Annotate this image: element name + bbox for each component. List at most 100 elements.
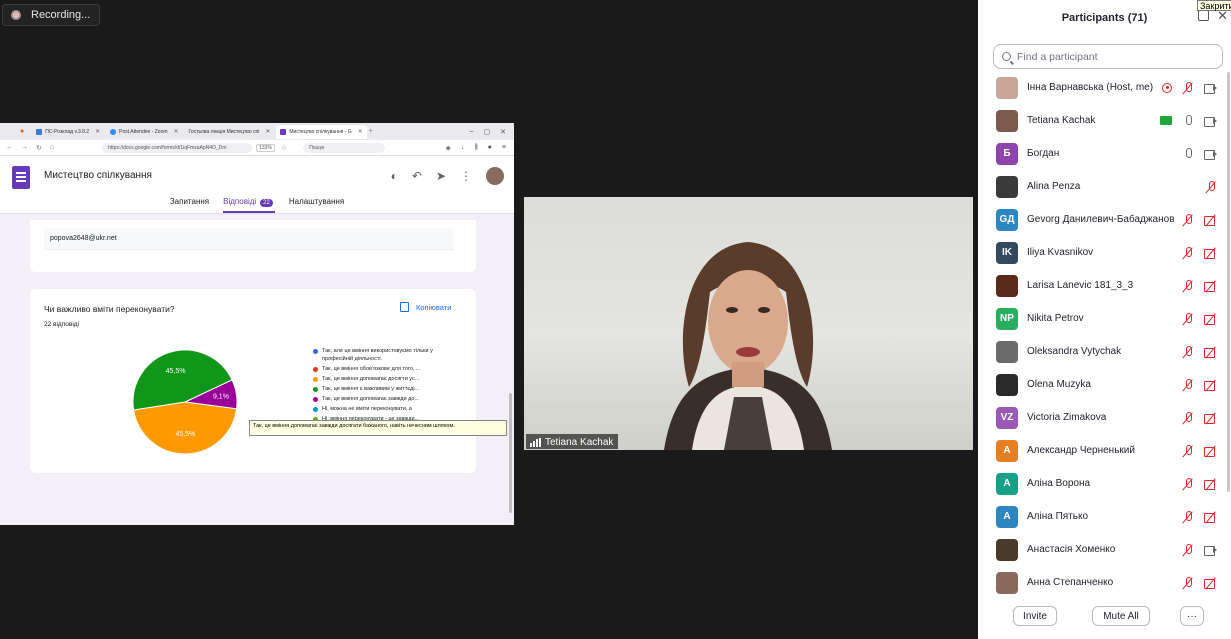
participant-row[interactable]: Анна Степанченко [978,566,1231,599]
camera-off-icon[interactable] [1204,347,1217,358]
mic-muted-icon[interactable] [1182,411,1194,424]
camera-off-icon[interactable] [1204,413,1217,424]
bookmark-star-icon[interactable]: ☆ [281,144,287,152]
mic-muted-icon[interactable] [1182,444,1194,457]
mic-muted-icon[interactable] [1182,279,1194,292]
minimize-icon[interactable]: – [470,128,474,136]
mic-muted-icon[interactable] [1182,345,1194,358]
pie-slice[interactable] [133,401,238,455]
participant-row[interactable]: А Александр Черненький [978,434,1231,467]
google-forms-logo-icon[interactable] [12,166,30,189]
speaker-video[interactable]: Tetiana Kachak [524,197,973,450]
camera-off-icon[interactable] [1204,248,1217,259]
tab-responses[interactable]: Відповіді 22 [223,191,275,213]
camera-icon[interactable] [1204,83,1217,94]
camera-icon[interactable] [1204,545,1217,556]
account-avatar[interactable] [486,167,504,185]
menu-icon[interactable]: ≡ [502,144,506,152]
home-icon[interactable]: ⌂ [50,144,54,151]
camera-icon[interactable] [1204,116,1217,127]
back-icon[interactable]: ← [6,144,13,151]
camera-off-icon[interactable] [1204,479,1217,490]
camera-off-icon[interactable] [1204,215,1217,226]
browser-tab-1[interactable]: ПС-Розклад v.3.8.2 ✕ [32,125,104,139]
participant-row[interactable]: Alina Penza [978,170,1231,203]
tab-settings[interactable]: Налаштування [289,191,344,213]
page-scrollbar[interactable] [509,393,512,513]
camera-off-icon[interactable] [1204,281,1217,292]
camera-icon[interactable] [1204,149,1217,160]
camera-off-icon[interactable] [1204,380,1217,391]
pie-chart[interactable]: 9,1% 45,5% 45,5% [130,347,240,457]
find-participant-input[interactable]: Find a participant [993,44,1223,69]
participant-row[interactable]: А Аліна Ворона [978,467,1231,500]
mic-muted-icon[interactable] [1182,312,1194,325]
mic-muted-icon[interactable] [1182,378,1194,391]
browser-tab-2[interactable]: Post Attendee - Zoom ✕ [106,125,182,139]
invite-button[interactable]: Invite [1013,606,1057,626]
extension-icon[interactable]: ● [488,144,492,152]
mic-icon[interactable] [1182,114,1194,127]
recording-status-icon[interactable] [1162,82,1172,93]
more-vert-icon[interactable]: ⋮ [460,169,472,183]
more-options-button[interactable]: ··· [1180,606,1204,626]
camera-off-icon[interactable] [1204,578,1217,589]
participant-row[interactable]: Olena Muzyka [978,368,1231,401]
mic-muted-icon[interactable] [1182,543,1194,556]
forward-icon[interactable]: → [21,144,28,151]
library-icon[interactable]: ⫼ [474,144,477,152]
legend-item[interactable]: Так, це вміння допомагає досягти ус... [313,375,453,383]
mic-muted-icon[interactable] [1182,213,1194,226]
legend-item[interactable]: Так, але це вміння використовуємо тільки… [313,347,453,363]
legend-item[interactable]: Так, це вміння є важливим у життєді... [313,385,453,393]
tab-close-icon[interactable]: ✕ [174,128,179,135]
mic-icon[interactable] [1182,147,1194,160]
window-close-icon[interactable]: ✕ [500,128,506,136]
download-icon[interactable]: ↓ [461,144,465,152]
tab-questions[interactable]: Запитання [170,191,209,213]
participant-row[interactable]: Інна Варнавська (Host, me) [978,71,1231,104]
participant-row[interactable]: VZ Victoria Zimakova [978,401,1231,434]
participant-row[interactable]: IK Iliya Kvasnikov [978,236,1231,269]
browser-tab-3[interactable]: Гостьова лекція Мистецтво спі ✕ [185,125,275,139]
palette-icon[interactable]: ◐ [391,169,398,183]
recording-indicator[interactable]: Recording... [2,4,100,26]
copy-chart-button[interactable]: Копіювати [400,302,451,312]
send-icon[interactable]: ➤ [436,169,446,183]
mute-all-button[interactable]: Mute All [1092,606,1150,626]
mic-muted-icon[interactable] [1182,246,1194,259]
camera-off-icon[interactable] [1204,446,1217,457]
tab-close-icon[interactable]: ✕ [358,128,363,135]
address-bar[interactable]: https://docs.google.com/forms/d/1iqFmxaA… [102,142,253,153]
new-tab-icon[interactable]: + [369,128,373,135]
camera-off-icon[interactable] [1204,314,1217,325]
tab-close-icon[interactable]: ✕ [95,128,100,135]
popout-icon[interactable] [1198,10,1209,21]
screen-share-icon[interactable] [1160,116,1172,125]
participant-row[interactable]: Б Богдан [978,137,1231,170]
legend-item[interactable]: Ні, можна не вміти переконувати, а [313,405,453,413]
undo-icon[interactable]: ↶ [412,169,422,183]
participant-row[interactable]: А Аліна Пятько [978,500,1231,533]
participant-row[interactable]: Tetiana Kachak [978,104,1231,137]
camera-off-icon[interactable] [1204,512,1217,523]
browser-search-input[interactable]: Пошук [303,142,386,153]
mic-muted-icon[interactable] [1182,510,1194,523]
participant-row[interactable]: GД Gevorg Данилевич-Бабаджанов [978,203,1231,236]
participant-scrollbar[interactable] [1227,72,1230,492]
tab-close-icon[interactable]: ✕ [265,128,270,135]
legend-item[interactable]: Так, це вміння обов'язкове для того, ... [313,365,453,373]
participant-row[interactable]: Анастасія Хоменко [978,533,1231,566]
participant-row[interactable]: NP Nikita Petrov [978,302,1231,335]
maximize-icon[interactable]: ▢ [484,128,491,136]
zoom-level[interactable]: 133% [256,143,275,152]
mic-muted-icon[interactable] [1205,180,1217,193]
reload-icon[interactable]: ↻ [36,144,42,152]
participant-row[interactable]: Larisa Lanevic 181_3_3 [978,269,1231,302]
mic-muted-icon[interactable] [1182,81,1194,94]
mic-muted-icon[interactable] [1182,477,1194,490]
mic-muted-icon[interactable] [1182,576,1194,589]
pocket-icon[interactable]: ◈ [446,144,451,152]
browser-tab-4[interactable]: Мистецтво спілкування - G ✕ [276,124,367,139]
legend-item[interactable]: Так, це вміння допомагає завжди до... [313,395,453,403]
